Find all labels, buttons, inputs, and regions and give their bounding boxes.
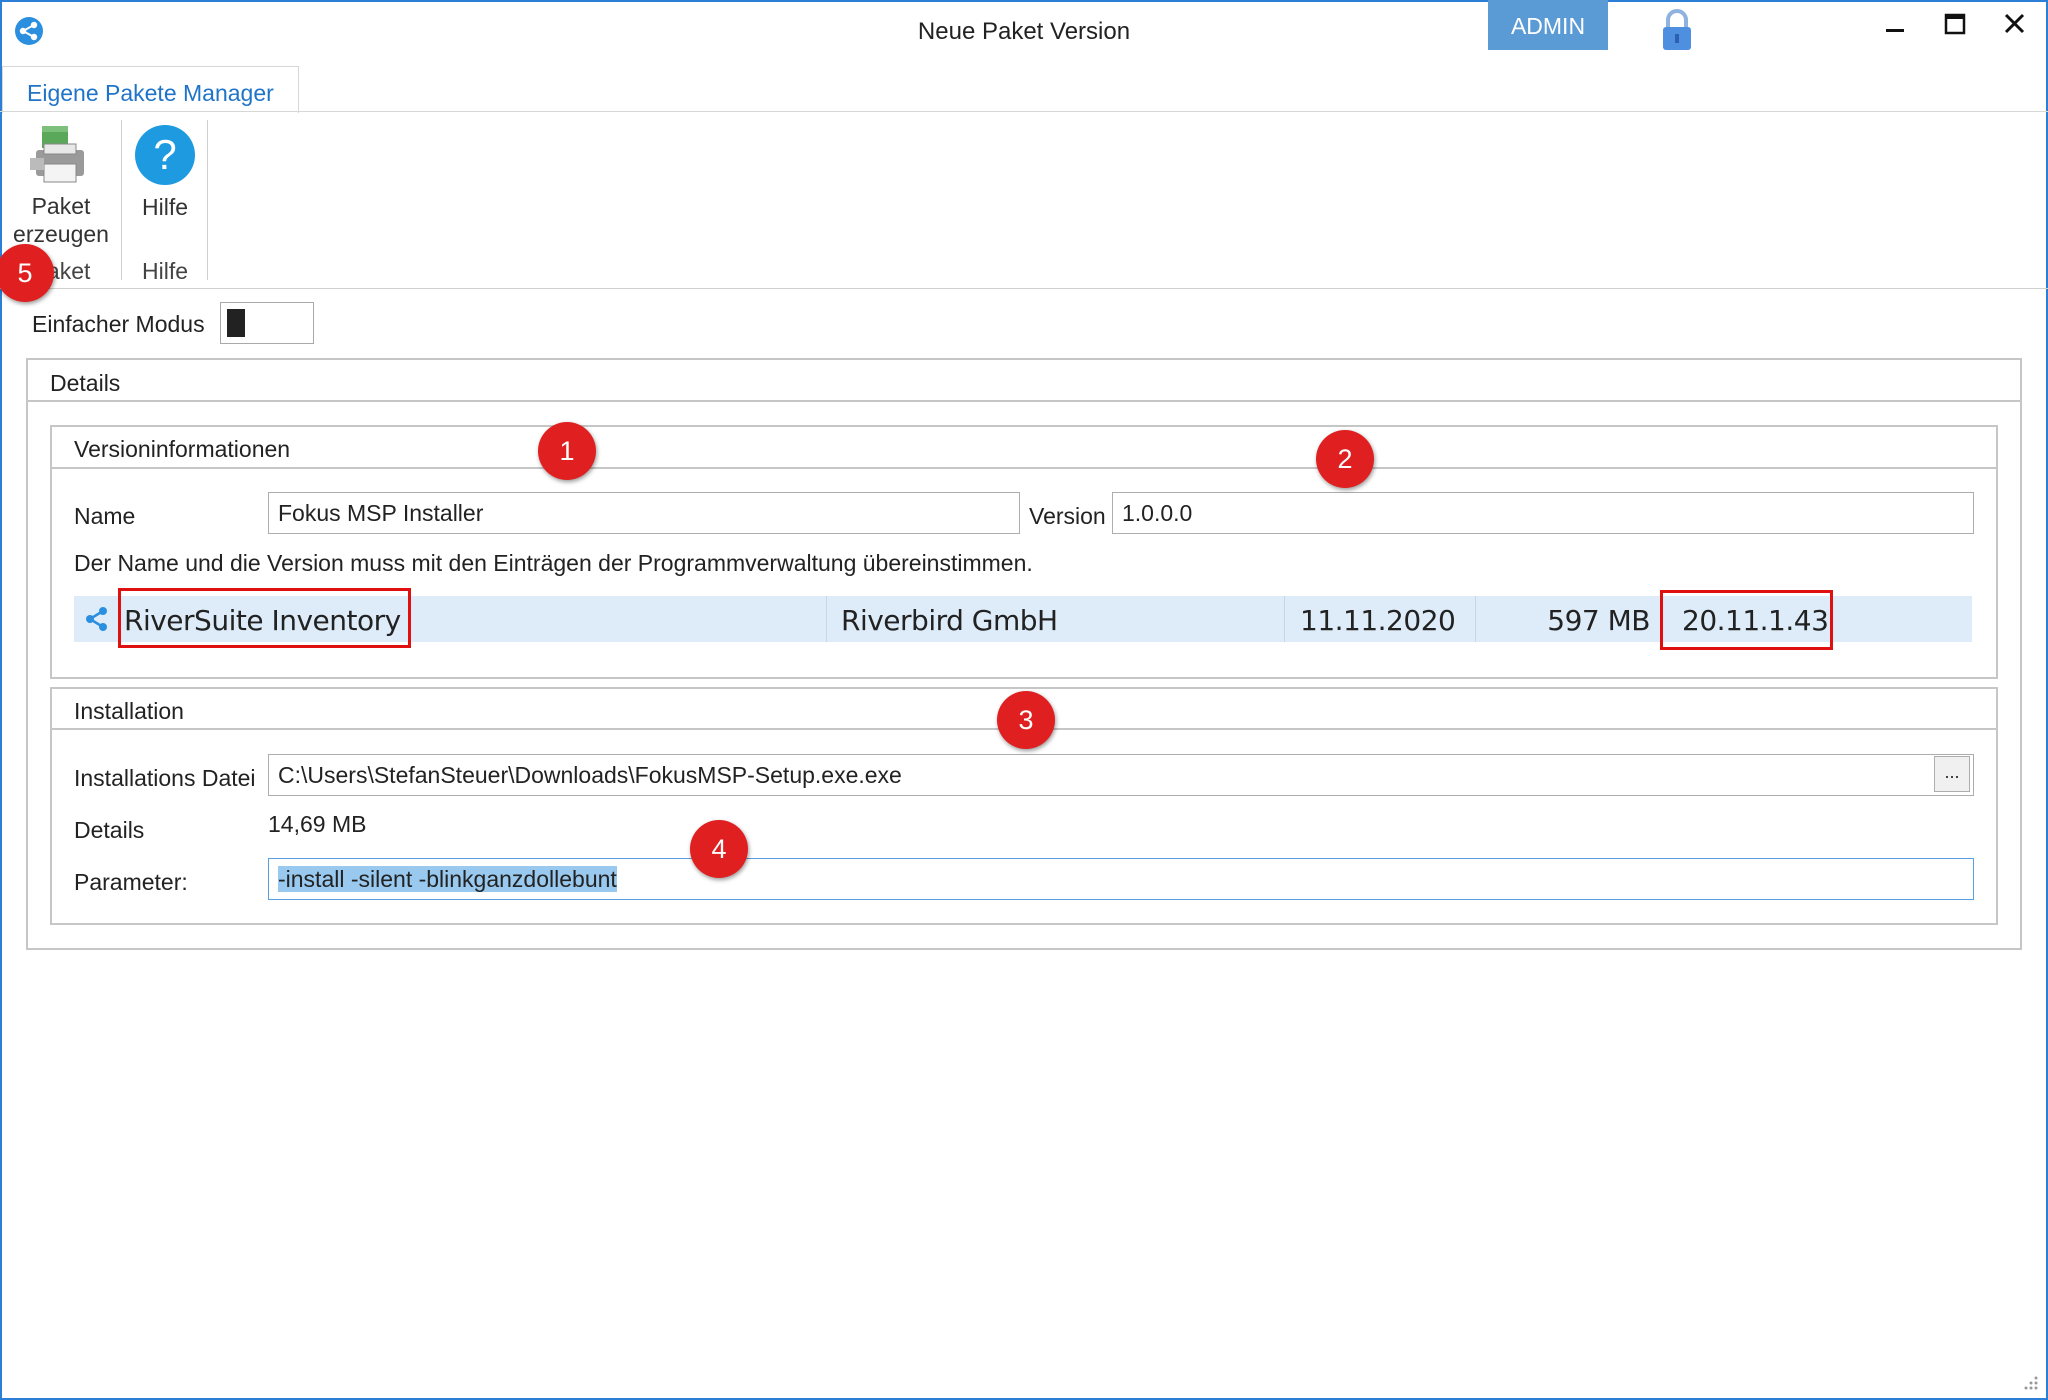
version-hint: Der Name und die Version muss mit den Ei…: [74, 550, 1033, 576]
help-button[interactable]: ? Hilfe: [126, 120, 204, 230]
column-separator: [1284, 596, 1285, 642]
highlight-program-name: [118, 588, 411, 648]
simple-mode-toggle[interactable]: [220, 302, 314, 344]
create-package-button[interactable]: Paket erzeugen: [4, 120, 118, 250]
column-separator: [826, 596, 827, 642]
installation-file-input[interactable]: C:\Users\StefanSteuer\Downloads\FokusMSP…: [268, 754, 1974, 796]
version-info-title: Versioninformationen: [74, 436, 291, 462]
column-separator: [1475, 596, 1476, 642]
version-info-header-line: [50, 467, 1998, 469]
annotation-marker-4: 4: [690, 820, 748, 878]
maximize-icon[interactable]: [1932, 2, 1978, 48]
create-package-label-1: Paket: [31, 193, 91, 219]
share-icon: [86, 607, 107, 631]
help-label: Hilfe: [141, 194, 188, 220]
close-icon[interactable]: [1992, 2, 2038, 48]
details-title: Details: [50, 370, 121, 396]
installation-details-label: Details: [74, 817, 145, 843]
installation-title: Installation: [74, 698, 184, 724]
name-label: Name: [74, 503, 136, 529]
tab-eigene-pakete-manager[interactable]: Eigene Pakete Manager: [2, 66, 299, 113]
help-icon: ?: [135, 125, 195, 185]
ribbon-bottom-border: [0, 288, 2048, 289]
annotation-marker-2: 2: [1316, 430, 1374, 488]
browse-button[interactable]: ...: [1934, 756, 1970, 792]
program-date: 11.11.2020: [1300, 604, 1456, 637]
resize-grip-icon[interactable]: [2020, 1372, 2040, 1392]
parameter-input[interactable]: -install -silent -blinkganzdollebunt: [268, 858, 1974, 900]
installation-file-label: Installations Datei: [74, 765, 256, 791]
ribbon-separator: [207, 120, 208, 280]
simple-mode-label: Einfacher Modus: [32, 311, 205, 337]
lock-icon[interactable]: [1658, 8, 1696, 52]
parameter-label: Parameter:: [74, 869, 188, 895]
admin-badge[interactable]: ADMIN: [1488, 0, 1608, 50]
version-label: Version: [1029, 503, 1106, 529]
package-icon: [30, 126, 84, 183]
program-publisher: Riverbird GmbH: [841, 604, 1058, 637]
installation-details-value: 14,69 MB: [268, 811, 367, 837]
window-title: Neue Paket Version: [917, 18, 1131, 45]
annotation-marker-1: 1: [538, 422, 596, 480]
version-input[interactable]: 1.0.0.0: [1112, 492, 1974, 534]
details-header-line: [26, 400, 2022, 402]
tab-divider: [0, 111, 2048, 112]
toggle-knob: [227, 309, 245, 337]
help-glyph: ?: [153, 131, 176, 178]
parameter-value: -install -silent -blinkganzdollebunt: [278, 866, 617, 892]
ribbon-separator: [121, 120, 122, 280]
minimize-icon[interactable]: [1872, 2, 1918, 48]
name-input[interactable]: Fokus MSP Installer: [268, 492, 1020, 534]
annotation-marker-3: 3: [997, 691, 1055, 749]
ribbon-group-hilfe: Hilfe: [141, 258, 188, 284]
highlight-program-version: [1660, 590, 1833, 650]
program-size: 597 MB: [1547, 604, 1650, 637]
